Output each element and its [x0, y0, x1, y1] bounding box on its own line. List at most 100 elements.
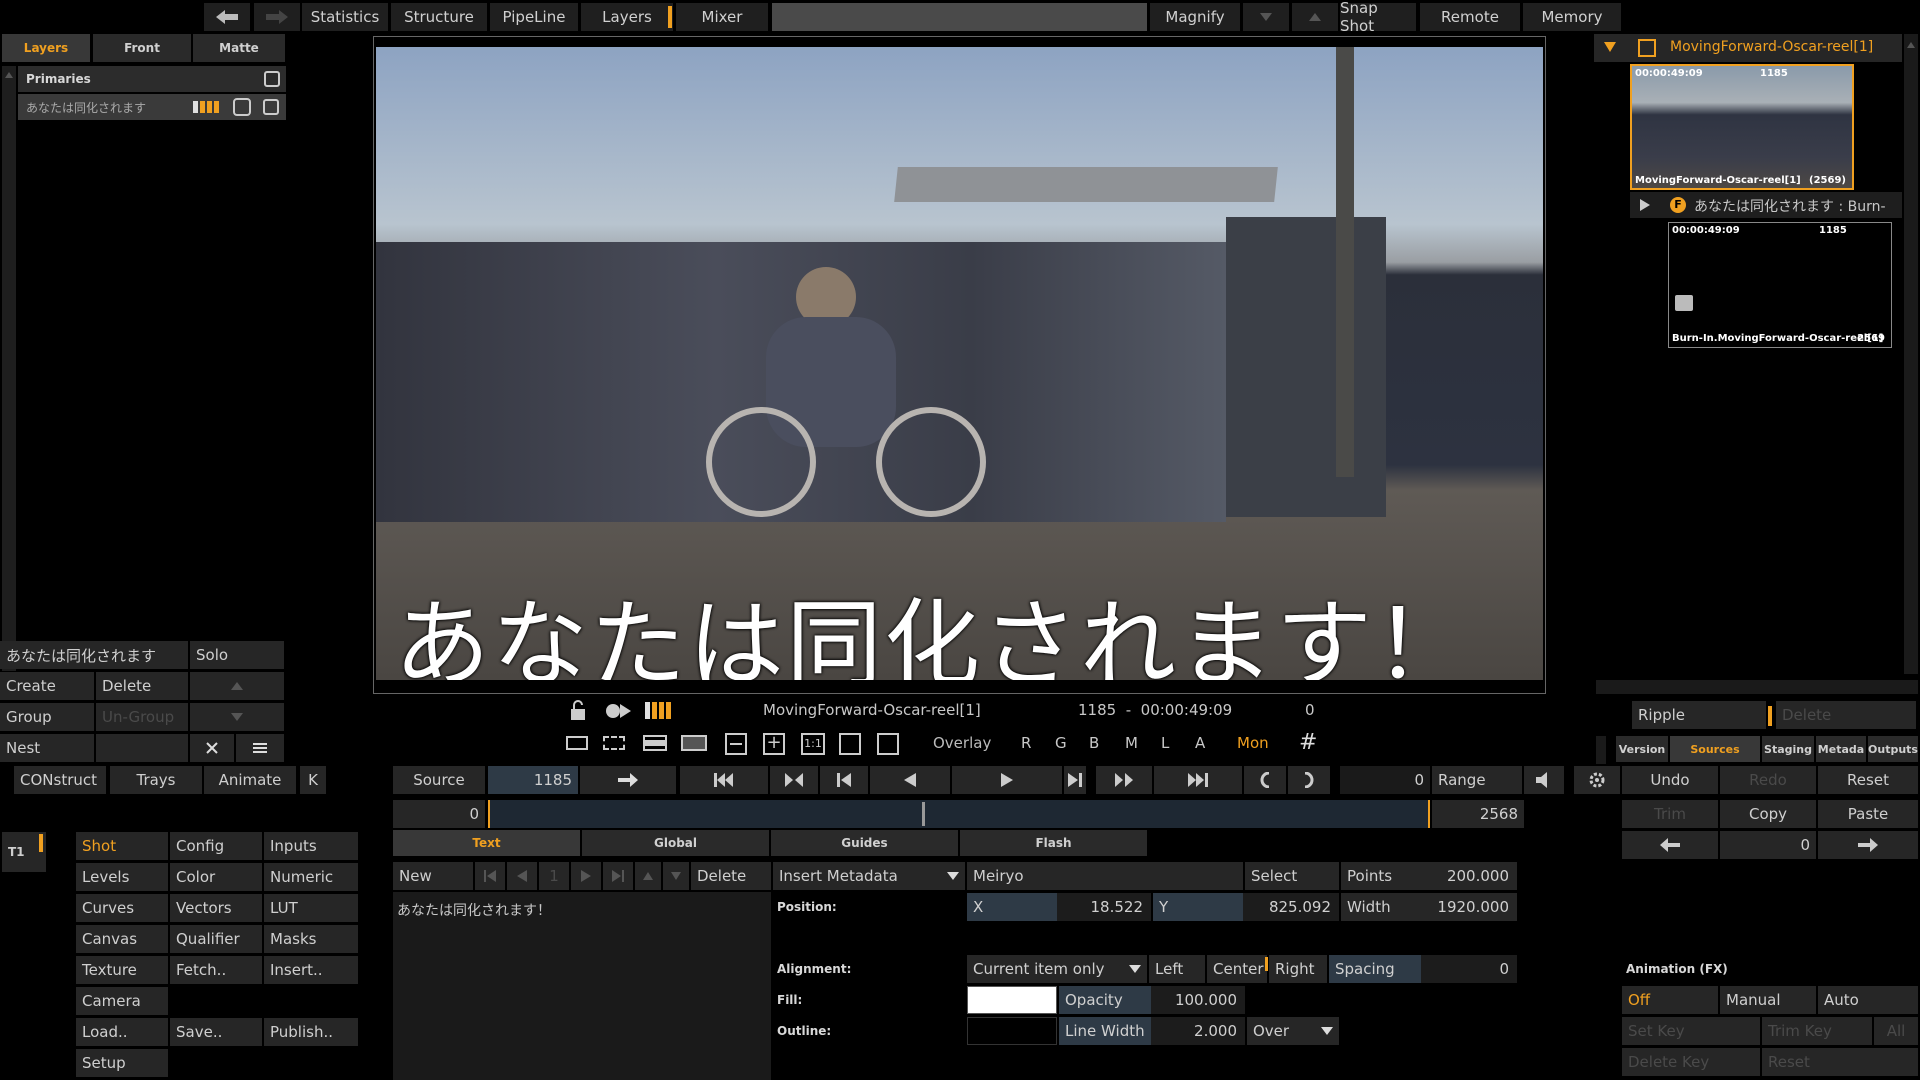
tab-text[interactable]: Text	[393, 830, 580, 856]
nudge-value[interactable]: 0	[1720, 831, 1816, 859]
reel-header[interactable]: MovingForward-Oscar-reel[1]	[1594, 34, 1902, 62]
nav-pipeline[interactable]: PipeLine	[490, 3, 578, 31]
channel-a[interactable]: A	[1195, 734, 1205, 752]
color-bars-icon[interactable]	[645, 702, 673, 719]
tab-flash[interactable]: Flash	[960, 830, 1147, 856]
step-forward-button[interactable]	[1064, 766, 1086, 794]
skip-start-button[interactable]	[680, 766, 768, 794]
goto-button[interactable]	[580, 766, 676, 794]
primaries-group[interactable]: Primaries	[18, 66, 286, 92]
select-button[interactable]: Select	[1245, 862, 1339, 890]
new-text-button[interactable]: New	[393, 862, 473, 890]
prev-key-button[interactable]	[770, 766, 818, 794]
anim-off-button[interactable]: Off	[1622, 986, 1718, 1014]
x-value[interactable]: 18.522	[1057, 893, 1151, 921]
search-input[interactable]	[772, 3, 1147, 31]
skip-end-button[interactable]	[1154, 766, 1242, 794]
next-key-button[interactable]	[1096, 766, 1152, 794]
tool-masks[interactable]: Masks	[264, 925, 358, 953]
zoom-out-icon[interactable]	[725, 733, 747, 755]
last-item-button[interactable]	[603, 862, 633, 890]
tool-curves[interactable]: Curves	[76, 894, 168, 922]
move-item-up-button[interactable]	[635, 862, 661, 890]
back-arrow-button[interactable]	[204, 3, 250, 31]
play-loop-icon[interactable]	[605, 702, 631, 720]
next-item-button[interactable]	[571, 862, 601, 890]
step-back-button[interactable]	[820, 766, 868, 794]
outline-color-swatch[interactable]	[967, 1017, 1057, 1045]
nav-magnify[interactable]: Magnify	[1150, 3, 1240, 31]
range-value[interactable]: 0	[1340, 766, 1430, 794]
menu-button[interactable]	[236, 734, 284, 762]
tool-levels[interactable]: Levels	[76, 863, 168, 891]
anim-manual-button[interactable]: Manual	[1720, 986, 1816, 1014]
source-thumbnail[interactable]: 00:00:49:09 1185 MovingForward-Oscar-ree…	[1630, 64, 1854, 190]
compare-icon[interactable]	[681, 735, 707, 751]
forward-arrow-button[interactable]	[254, 3, 300, 31]
ungroup-button[interactable]: Un-Group	[96, 703, 188, 731]
tool-texture[interactable]: Texture	[76, 956, 168, 984]
tool-load[interactable]: Load..	[76, 1018, 168, 1046]
group-button[interactable]: Group	[0, 703, 94, 731]
source-button[interactable]: Source	[393, 766, 485, 794]
tool-qualifier[interactable]: Qualifier	[170, 925, 262, 953]
nav-memory[interactable]: Memory	[1523, 3, 1621, 31]
tool-shot[interactable]: Shot	[76, 832, 168, 860]
channel-r[interactable]: R	[1021, 734, 1031, 752]
playhead[interactable]	[922, 802, 925, 826]
mon-button[interactable]: Mon	[1237, 734, 1269, 752]
expand-icon[interactable]	[877, 733, 899, 755]
channel-g[interactable]: G	[1055, 734, 1067, 752]
move-item-down-button[interactable]	[663, 862, 689, 890]
timeline-start[interactable]: 0	[393, 800, 485, 828]
tab-global[interactable]: Global	[582, 830, 769, 856]
ripple-button[interactable]: Ripple	[1632, 701, 1766, 729]
opacity-value[interactable]: 100.000	[1151, 986, 1245, 1014]
set-key-button[interactable]: Set Key	[1622, 1017, 1760, 1045]
snapshot-up-button[interactable]	[1292, 3, 1338, 31]
zoom-fit-icon[interactable]	[839, 733, 861, 755]
tool-camera[interactable]: Camera	[76, 987, 168, 1015]
layer-scrollbar[interactable]	[2, 66, 16, 671]
play-reverse-button[interactable]	[870, 766, 950, 794]
width-value[interactable]: 1920.000	[1421, 893, 1517, 921]
nudge-left-button[interactable]	[1622, 831, 1718, 859]
tab-staging[interactable]: Staging	[1762, 736, 1814, 762]
alignment-mode-dropdown[interactable]: Current item only	[967, 955, 1147, 983]
display-icon[interactable]	[264, 71, 280, 87]
reel-checkbox[interactable]	[1638, 39, 1656, 57]
nav-statistics[interactable]: Statistics	[302, 3, 388, 31]
tool-publish[interactable]: Publish..	[264, 1018, 358, 1046]
anim-auto-button[interactable]: Auto	[1818, 986, 1918, 1014]
tool-inputs[interactable]: Inputs	[264, 832, 358, 860]
tool-setup[interactable]: Setup	[76, 1049, 168, 1077]
nav-structure[interactable]: Structure	[391, 3, 487, 31]
expand-icon[interactable]	[1640, 199, 1650, 211]
tool-insert[interactable]: Insert..	[264, 956, 358, 984]
tab-outputs[interactable]: Outputs	[1868, 736, 1918, 762]
panel-scrollbar[interactable]	[1904, 34, 1918, 674]
paste-button[interactable]: Paste	[1818, 800, 1918, 828]
tool-canvas[interactable]: Canvas	[76, 925, 168, 953]
collapse-icon[interactable]	[1604, 42, 1616, 52]
trim-key-button[interactable]: Trim Key	[1762, 1017, 1872, 1045]
copy-button[interactable]: Copy	[1720, 800, 1816, 828]
blend-mode-dropdown[interactable]: Over	[1247, 1017, 1339, 1045]
trays-button[interactable]: Trays	[110, 766, 202, 794]
layer-display-icon[interactable]	[263, 99, 279, 115]
spacing-value[interactable]: 0	[1421, 955, 1517, 983]
fill-color-swatch[interactable]	[967, 986, 1057, 1014]
reset-key-button[interactable]: Reset	[1762, 1048, 1918, 1076]
align-right-button[interactable]: Right	[1269, 955, 1327, 983]
trim-button[interactable]: Trim	[1622, 800, 1718, 828]
font-selector[interactable]: Meiryo	[967, 862, 1243, 890]
video-image[interactable]: あなたは同化されます！	[376, 47, 1543, 680]
tab-version[interactable]: Version	[1616, 736, 1668, 762]
tab-front[interactable]: Front	[93, 34, 191, 62]
frame-field[interactable]: 1185	[488, 766, 578, 794]
tool-numeric[interactable]: Numeric	[264, 863, 358, 891]
tab-sources[interactable]: Sources	[1670, 736, 1760, 762]
range-button[interactable]: Range	[1432, 766, 1522, 794]
move-up-button[interactable]	[190, 672, 284, 700]
lock-icon[interactable]	[569, 700, 587, 722]
